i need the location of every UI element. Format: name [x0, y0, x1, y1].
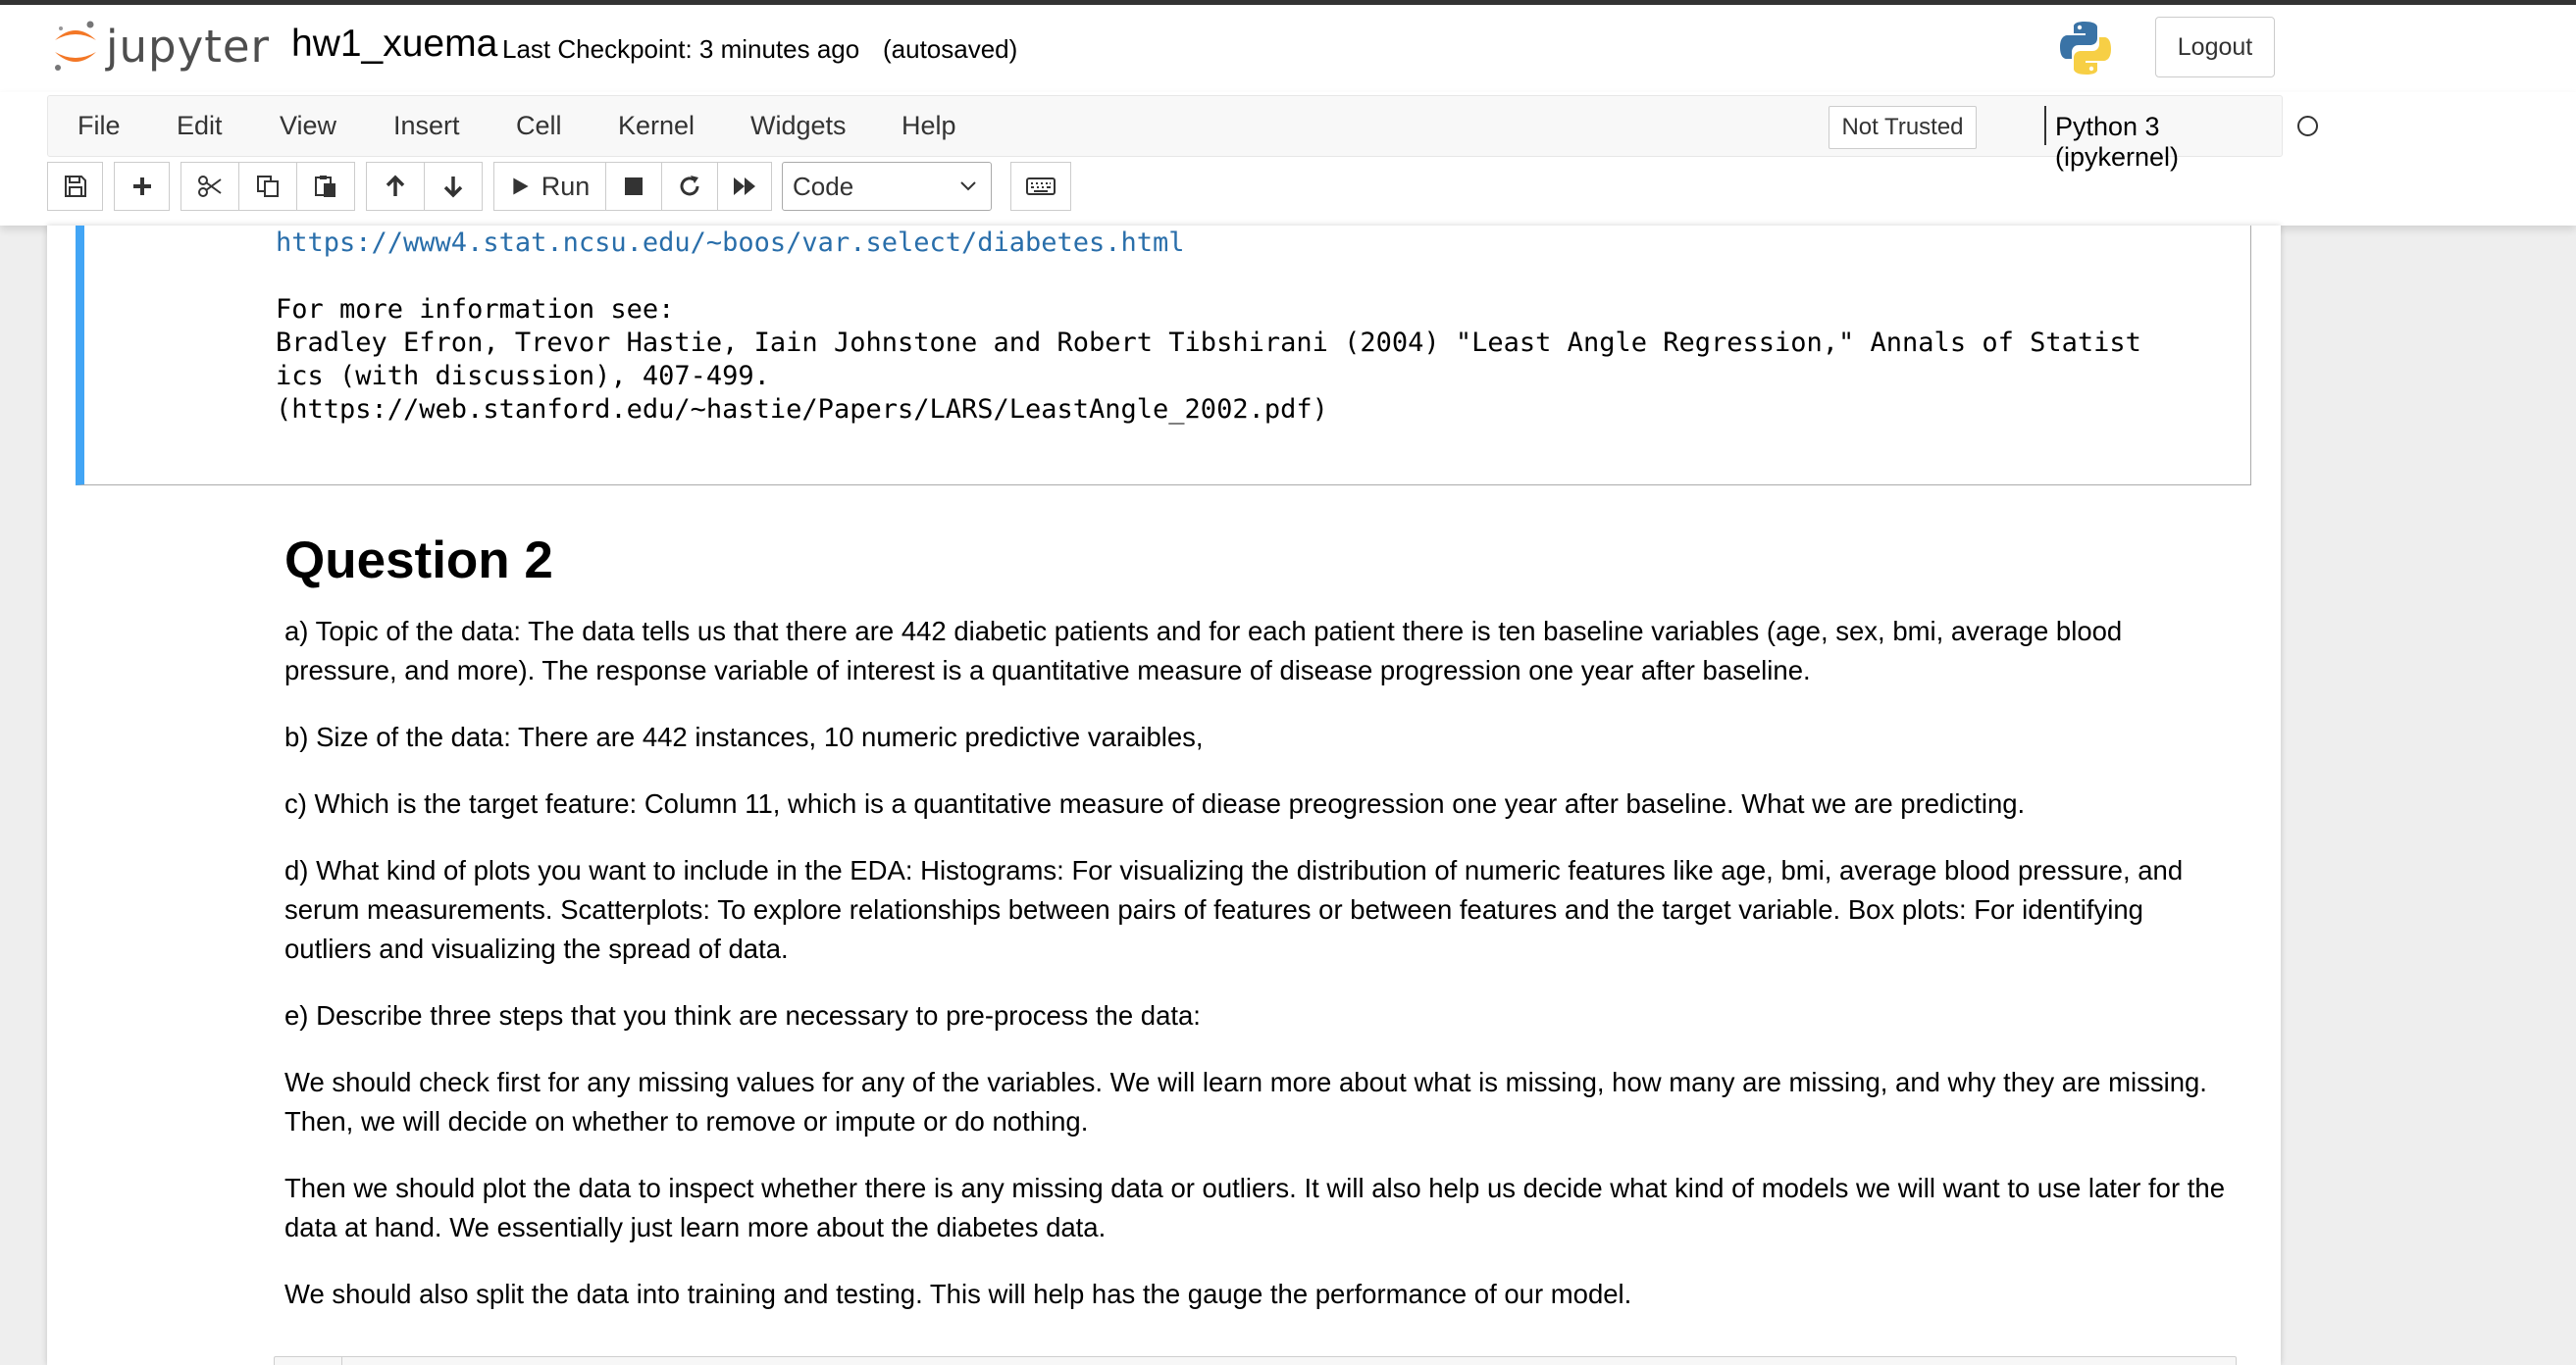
copy-button[interactable] [238, 162, 297, 211]
cut-button[interactable] [180, 162, 239, 211]
run-button[interactable]: Run [493, 162, 606, 211]
notebook-title[interactable]: hw1_xuema [291, 23, 497, 66]
menu-help[interactable]: Help [902, 111, 956, 141]
kernel-separator [2044, 106, 2046, 145]
paragraph-topic: a) Topic of the data: The data tells us … [284, 615, 2123, 685]
interrupt-button[interactable] [605, 162, 662, 211]
move-down-button[interactable] [424, 162, 483, 211]
header: jupyter hw1_xuema Last Checkpoint: 3 min… [0, 5, 2576, 93]
output-line-reference-url: (https://web.stanford.edu/~hastie/Papers… [276, 394, 1328, 425]
menu-insert[interactable]: Insert [393, 111, 460, 141]
menubar: File Edit View Insert Cell Kernel Widget… [47, 95, 2318, 172]
notebook-container: https://www4.stat.ncsu.edu/~boos/var.sel… [47, 226, 2281, 1365]
restart-run-all-button[interactable] [717, 162, 772, 211]
menubar-container: File Edit View Insert Cell Kernel Widget… [0, 92, 2576, 226]
chevron-down-icon [960, 181, 976, 191]
menu-file[interactable]: File [77, 111, 121, 141]
save-icon [64, 176, 86, 197]
checkpoint-status: Last Checkpoint: 3 minutes ago [502, 34, 860, 64]
autosave-status: (autosaved) [883, 34, 1018, 64]
keyboard-icon [1026, 177, 1056, 195]
diabetes-data-link[interactable]: https://www4.stat.ncsu.edu/~boos/var.sel… [276, 228, 1185, 258]
logo-text: jupyter [106, 20, 271, 73]
paste-icon [315, 176, 335, 197]
paragraph-target: c) Which is the target feature: Column 1… [284, 787, 2026, 819]
arrow-down-icon [443, 177, 463, 198]
paragraph-size: b) Size of the data: There are 442 insta… [284, 721, 1204, 752]
save-button[interactable] [47, 162, 103, 211]
not-trusted-button[interactable]: Not Trusted [1829, 106, 1977, 149]
paragraph-step-plot: Then we should plot the data to inspect … [284, 1172, 2225, 1242]
cell-prompt-separator [341, 1357, 342, 1365]
menu-cell[interactable]: Cell [516, 111, 562, 141]
stop-icon [625, 177, 643, 195]
paste-button[interactable] [296, 162, 355, 211]
markdown-cell[interactable]: Question 2 a) Topic of the data: The dat… [284, 530, 2227, 1341]
logout-button[interactable]: Logout [2155, 17, 2275, 77]
cell-type-value: Code [793, 171, 854, 201]
question-heading: Question 2 [284, 531, 553, 589]
output-blank-line [276, 260, 2141, 293]
run-label: Run [541, 171, 591, 201]
copy-icon [257, 176, 279, 197]
output-line-reference: Bradley Efron, Trevor Hastie, Iain Johns… [276, 328, 2141, 358]
kernel-idle-indicator [2297, 116, 2318, 136]
restart-button[interactable] [661, 162, 718, 211]
menu-edit[interactable]: Edit [177, 111, 223, 141]
next-code-cell[interactable] [274, 1356, 2237, 1365]
paragraph-step-split: We should also split the data into train… [284, 1278, 1632, 1309]
python-logo-icon [2060, 22, 2111, 75]
menu-view[interactable]: View [280, 111, 336, 141]
cut-icon [198, 176, 222, 197]
paragraph-plots: d) What kind of plots you want to includ… [284, 854, 2184, 964]
menu-widgets[interactable]: Widgets [750, 111, 847, 141]
output-text: https://www4.stat.ncsu.edu/~boos/var.sel… [276, 226, 2141, 427]
arrow-up-icon [386, 175, 405, 196]
paragraph-preprocess-intro: e) Describe three steps that you think a… [284, 999, 1201, 1031]
output-line-reference-cont: ics (with discussion), 407-499. [276, 361, 770, 391]
cell-type-select[interactable]: Code [782, 162, 992, 211]
paragraph-step-missing: We should check first for any missing va… [284, 1066, 2207, 1137]
output-cell[interactable]: https://www4.stat.ncsu.edu/~boos/var.sel… [76, 226, 2251, 485]
jupyter-logo-icon [55, 21, 96, 71]
command-palette-button[interactable] [1010, 162, 1071, 211]
output-line-more-info: For more information see: [276, 294, 675, 325]
play-icon [513, 177, 529, 195]
restart-icon [680, 176, 699, 196]
jupyter-logo[interactable]: jupyter [51, 15, 270, 77]
plus-icon [132, 177, 151, 195]
insert-cell-button[interactable] [114, 162, 170, 211]
toolbar: Run Code [0, 162, 2576, 221]
menu-kernel[interactable]: Kernel [618, 111, 695, 141]
fast-forward-icon [734, 177, 755, 195]
move-up-button[interactable] [366, 162, 425, 211]
